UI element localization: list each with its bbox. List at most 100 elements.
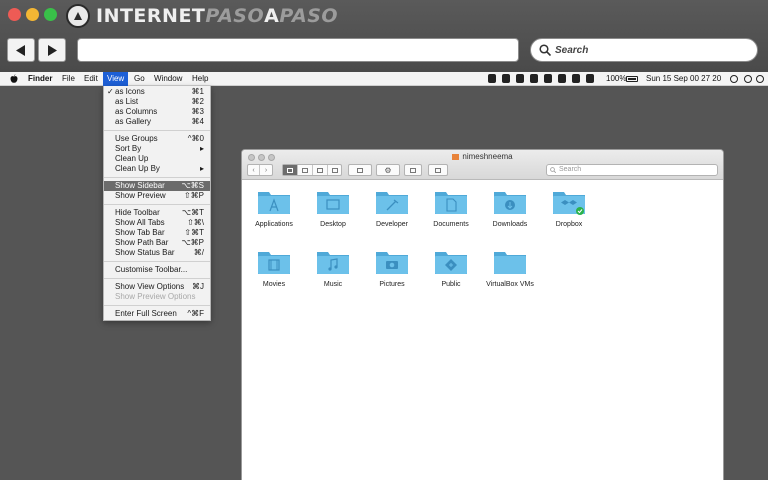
search-icon [550, 167, 556, 173]
bluetooth-icon[interactable] [558, 74, 566, 83]
notification-center-icon[interactable] [756, 75, 764, 83]
folder-dropbox[interactable]: Dropbox [539, 188, 599, 228]
gallery-view-button[interactable] [328, 165, 341, 175]
menu-separator [104, 204, 210, 205]
battery-percent: 100% [606, 74, 627, 83]
volume-icon[interactable] [586, 74, 594, 83]
finder-search-field[interactable]: Search [546, 164, 718, 176]
menu-window[interactable]: Window [150, 72, 186, 86]
cloud-icon[interactable] [488, 74, 496, 83]
tags-button[interactable] [428, 164, 448, 176]
battery-icon[interactable] [626, 76, 638, 82]
share-icon [405, 165, 421, 175]
finder-forward-button[interactable]: › [260, 165, 272, 175]
menu-item-customise-toolbar[interactable]: Customise Toolbar... [104, 265, 210, 275]
menu-item-sort-by[interactable]: Sort By ▸ [104, 144, 210, 154]
pictures-folder-icon [376, 252, 408, 274]
siri-icon[interactable] [744, 75, 752, 83]
wifi-icon[interactable] [572, 74, 580, 83]
finder-toolbar: nimeshneema ‹ › ⚙ Search [242, 150, 723, 180]
drive-icon[interactable] [502, 74, 510, 83]
icon-view-button[interactable] [283, 165, 298, 175]
finder-title: nimeshneema [242, 152, 723, 161]
menu-item-as-columns[interactable]: as Columns ⌘3 [104, 107, 210, 117]
menu-item-show-tab-bar[interactable]: Show Tab Bar ⇧⌘T [104, 228, 210, 238]
menu-file[interactable]: File [58, 72, 79, 86]
menu-item-as-gallery[interactable]: as Gallery ⌘4 [104, 117, 210, 127]
menu-separator [104, 305, 210, 306]
back-button[interactable] [7, 38, 35, 62]
menu-separator [104, 130, 210, 131]
downloads-folder-icon [494, 192, 526, 214]
logo-text: INTERNETPASOAPASO [96, 5, 339, 27]
folder-applications[interactable]: Applications [244, 188, 304, 228]
folder-movies[interactable]: Movies [244, 248, 304, 288]
menu-item-show-view-options[interactable]: Show View Options ⌘J [104, 282, 210, 292]
menu-help[interactable]: Help [188, 72, 212, 86]
menu-item-show-preview[interactable]: Show Preview ⇧⌘P [104, 191, 210, 201]
folder-virtualbox-vms[interactable]: VirtualBox VMs [480, 248, 540, 288]
forward-button[interactable] [38, 38, 66, 62]
folder-public[interactable]: Public [421, 248, 481, 288]
view-mode-control [282, 164, 342, 176]
menu-item-hide-toolbar[interactable]: Hide Toolbar ⌥⌘T [104, 208, 210, 218]
menu-item-enter-full-screen[interactable]: Enter Full Screen ^⌘F [104, 309, 210, 319]
menu-finder[interactable]: Finder [24, 72, 56, 86]
submenu-arrow-icon: ▸ [199, 144, 204, 153]
menu-go[interactable]: Go [130, 72, 149, 86]
home-folder-icon [452, 153, 460, 160]
folder-icon [494, 252, 526, 274]
menu-item-show-path-bar[interactable]: Show Path Bar ⌥⌘P [104, 238, 210, 248]
menu-item-clean-up-by[interactable]: Clean Up By ▸ [104, 164, 210, 174]
menu-view[interactable]: View [103, 72, 129, 86]
finder-back-button[interactable]: ‹ [248, 165, 260, 175]
apple-icon[interactable] [9, 74, 19, 84]
developer-folder-icon [376, 192, 408, 214]
browser-search-box[interactable]: Search [530, 38, 758, 62]
minimize-window-button[interactable] [26, 8, 39, 21]
menu-item-show-sidebar[interactable]: Show Sidebar ⌥⌘S [104, 181, 210, 191]
desktop-folder-icon [317, 192, 349, 214]
status-icons [488, 74, 594, 84]
public-folder-icon [435, 252, 467, 274]
address-bar[interactable] [77, 38, 519, 62]
spotlight-icon[interactable] [730, 75, 738, 83]
dropbox-folder-icon [553, 192, 585, 215]
column-view-button[interactable] [313, 165, 328, 175]
back-forward-control: ‹ › [247, 164, 273, 176]
search-placeholder: Search [555, 44, 589, 56]
sync-icon[interactable] [530, 74, 538, 83]
zoom-window-button[interactable] [44, 8, 57, 21]
gear-icon: ⚙ [384, 165, 392, 175]
menu-separator [104, 278, 210, 279]
group-by-button[interactable] [348, 164, 372, 176]
close-window-button[interactable] [8, 8, 21, 21]
menu-item-as-list[interactable]: as List ⌘2 [104, 97, 210, 107]
menubar-clock[interactable]: Sun 15 Sep 00 27 20 [646, 72, 721, 86]
dropbox-icon[interactable] [516, 74, 524, 83]
menu-item-show-status-bar[interactable]: Show Status Bar ⌘/ [104, 248, 210, 258]
action-button[interactable]: ⚙ [376, 164, 400, 176]
movies-folder-icon [258, 252, 290, 274]
menu-item-clean-up[interactable]: Clean Up [104, 154, 210, 164]
network-icon[interactable] [544, 74, 552, 83]
folder-downloads[interactable]: Downloads [480, 188, 540, 228]
folder-developer[interactable]: Developer [362, 188, 422, 228]
menu-separator [104, 177, 210, 178]
folder-music[interactable]: Music [303, 248, 363, 288]
view-menu-dropdown: ✓ as Icons ⌘1 as List ⌘2 as Columns ⌘3 as Ga… [103, 86, 211, 321]
menu-item-use-groups[interactable]: Use Groups ^⌘0 [104, 134, 210, 144]
folder-desktop[interactable]: Desktop [303, 188, 363, 228]
menu-edit[interactable]: Edit [80, 72, 102, 86]
checkmark-icon: ✓ [107, 87, 114, 96]
documents-folder-icon [435, 192, 467, 214]
menu-item-show-all-tabs[interactable]: Show All Tabs ⇧⌘\ [104, 218, 210, 228]
folder-pictures[interactable]: Pictures [362, 248, 422, 288]
list-view-button[interactable] [298, 165, 313, 175]
finder-search-placeholder: Search [559, 166, 582, 173]
menu-item-as-icons[interactable]: ✓ as Icons ⌘1 [104, 87, 210, 97]
folder-documents[interactable]: Documents [421, 188, 481, 228]
tag-icon [429, 165, 447, 175]
triangle-right-icon [48, 44, 57, 56]
share-button[interactable] [404, 164, 422, 176]
